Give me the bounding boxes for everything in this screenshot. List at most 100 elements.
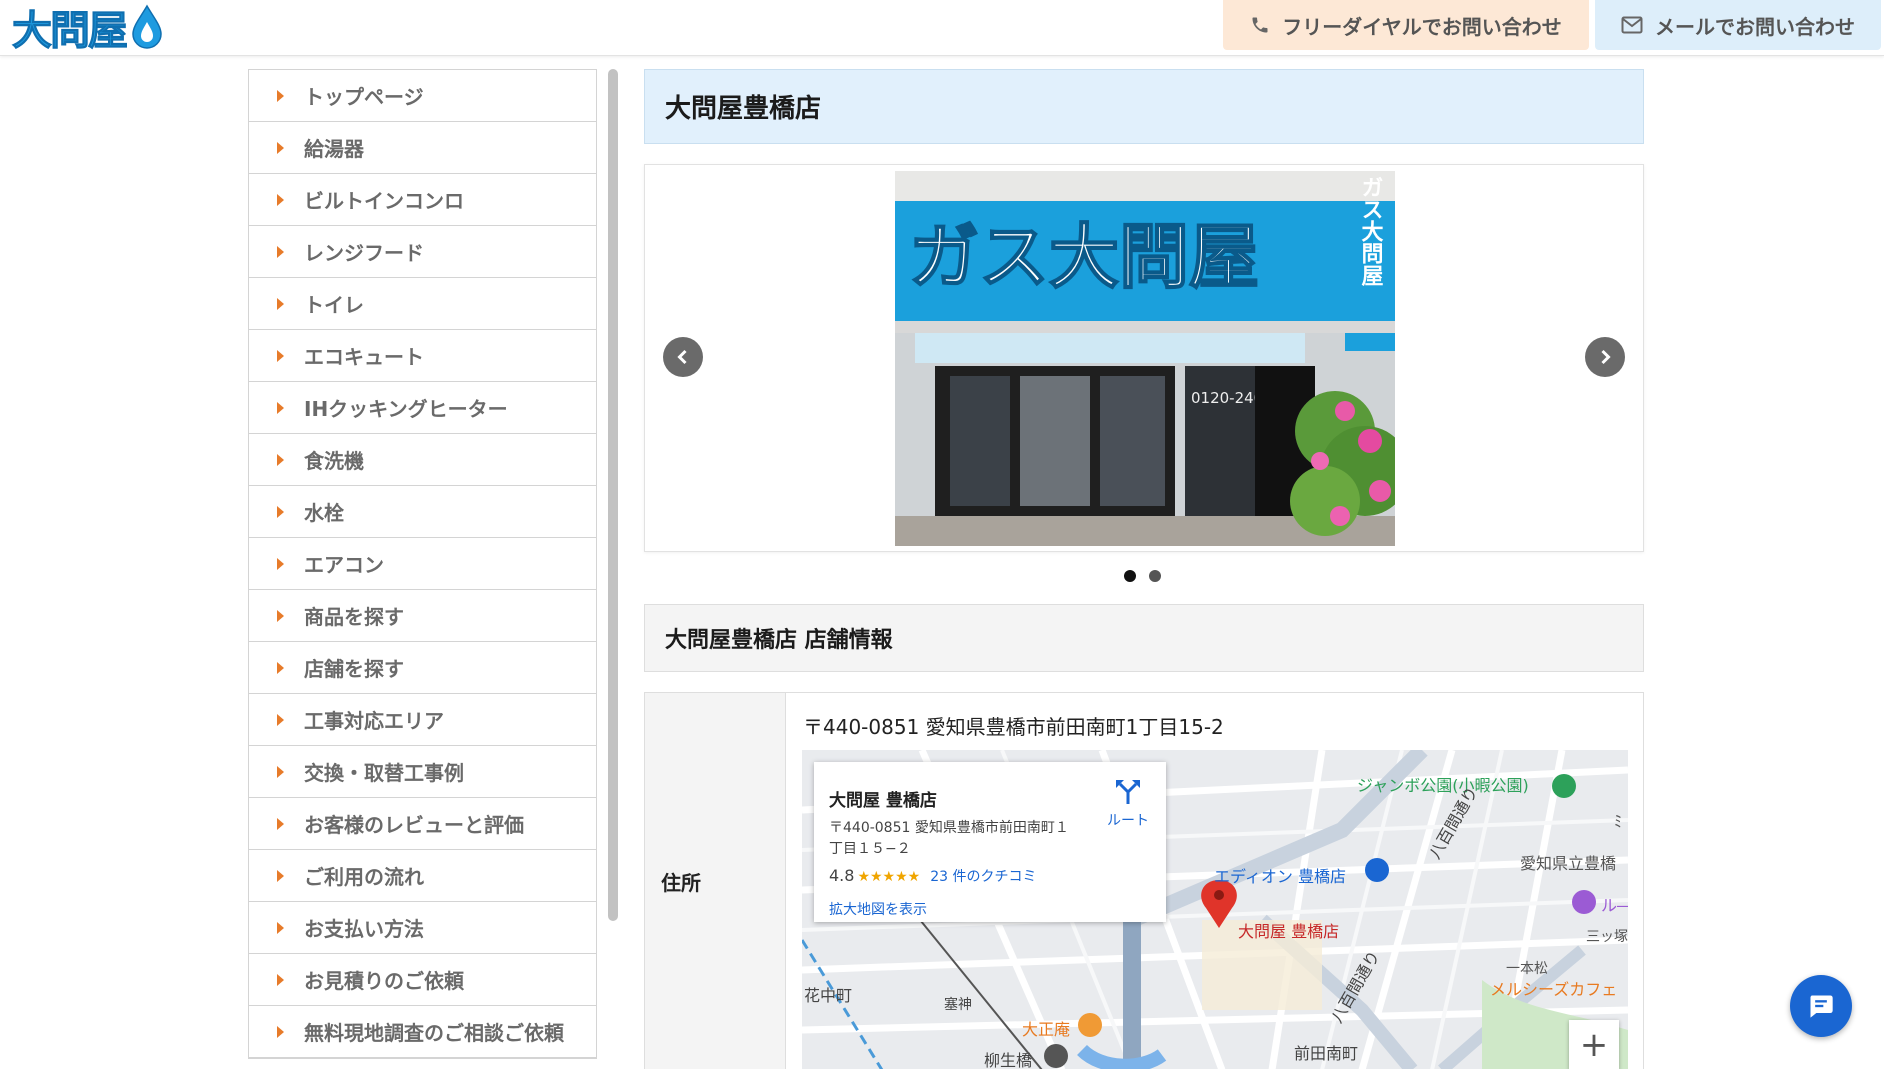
caret-right-icon — [277, 1025, 284, 1038]
map-label-park: ジャンボ公園(小暇公園) — [1357, 776, 1529, 795]
map-label-ru: ル― — [1601, 896, 1628, 915]
sidebar-item-label: 食洗機 — [304, 449, 364, 473]
sidebar-nav: トップページ給湯器ビルトインコンロレンジフードトイレエコキュート IHクッキングヒ… — [248, 69, 597, 1059]
map-label-ippon: 一本松 — [1506, 961, 1548, 977]
map-label-hi: ﾐ — [1614, 812, 1623, 831]
map-zoom-in-button[interactable]: + — [1569, 1020, 1619, 1069]
sidebar-item[interactable]: ビルトインコンロ — [249, 174, 596, 226]
carousel-dot-1[interactable] — [1124, 570, 1136, 582]
site-header: 大問屋 フリーダイヤルでお問い合わせ メールでお問い合わせ — [0, 0, 1884, 56]
sidebar-item[interactable]: 無料現地調査のご相談ご依頼 — [249, 1006, 596, 1058]
rating-stars: ★★★★★ — [857, 869, 921, 885]
site-logo[interactable]: 大問屋 — [12, 0, 164, 55]
map-label-saijin: 塞神 — [944, 997, 972, 1013]
caret-right-icon — [277, 713, 284, 726]
sidebar-item-label: お見積りのご依頼 — [304, 969, 464, 993]
caret-right-icon — [277, 297, 284, 310]
sidebar-item-label: トイレ — [304, 293, 364, 317]
store-info-heading: 大問屋豊橋店 店舗情報 — [644, 604, 1644, 672]
logo-text: 大問屋 — [12, 8, 129, 55]
place-rating: 4.8 ★★★★★ 23 件のクチコミ — [829, 866, 1036, 886]
directions-icon — [1116, 780, 1140, 804]
side-sign-text: ガス大問屋 — [1358, 176, 1384, 287]
carousel-prev-button[interactable] — [663, 337, 703, 377]
map-label-hanaka: 花中町 — [804, 986, 853, 1005]
sidebar-item[interactable]: エアコン — [249, 538, 596, 590]
sidebar-item[interactable]: 工事対応エリア — [249, 694, 596, 746]
map-place-card: 大問屋 豊橋店 〒440-0851 愛知県豊橋市前田南町１丁目１５−２ 4.8 ★… — [814, 762, 1166, 922]
sidebar-item-label: 給湯器 — [304, 137, 364, 161]
sidebar-item-label: お支払い方法 — [304, 917, 424, 941]
sign-text: ガス大問屋 — [909, 216, 1259, 298]
sidebar-item[interactable]: お客様のレビューと評価 — [249, 798, 596, 850]
water-drop-icon — [132, 4, 162, 49]
address-value: 〒440-0851 愛知県豊橋市前田南町1丁目15-2 — [803, 715, 1224, 739]
sidebar-item[interactable]: お支払い方法 — [249, 902, 596, 954]
sidebar-item[interactable]: レンジフード — [249, 226, 596, 278]
caret-right-icon — [277, 609, 284, 622]
caret-right-icon — [277, 141, 284, 154]
map-label-pin: 大問屋 豊橋店 — [1238, 922, 1340, 941]
google-map[interactable]: ジャンボ公園(小暇公園) エディオン 豊橋店 八百間通り 八百間通り 愛知県立豊… — [802, 750, 1628, 1069]
sidebar-item[interactable]: トップページ — [249, 70, 596, 122]
sidebar-item[interactable]: IHクッキングヒーター — [249, 382, 596, 434]
sidebar-item[interactable]: トイレ — [249, 278, 596, 330]
caret-right-icon — [277, 817, 284, 830]
sidebar-item[interactable]: 食洗機 — [249, 434, 596, 486]
place-address: 〒440-0851 愛知県豊橋市前田南町１丁目１５−２ — [829, 820, 1069, 857]
sidebar-item-label: エアコン — [304, 553, 384, 577]
sidebar-item[interactable]: 給湯器 — [249, 122, 596, 174]
sidebar-item[interactable]: 商品を探す — [249, 590, 596, 642]
map-label-library: 愛知県立豊橋 — [1520, 854, 1617, 873]
caret-right-icon — [277, 973, 284, 986]
store-front-image: ガス大問屋 ガス大問屋 0120-240-108 — [895, 171, 1395, 546]
caret-right-icon — [277, 661, 284, 674]
larger-map-link[interactable]: 拡大地図を表示 — [829, 899, 927, 919]
sidebar-item-label: 店舗を探す — [304, 657, 404, 681]
sidebar-item-label: 商品を探す — [304, 605, 404, 629]
sidebar-item-label: お客様のレビューと評価 — [304, 813, 524, 837]
sidebar-item[interactable]: ご利用の流れ — [249, 850, 596, 902]
carousel-next-button[interactable] — [1585, 337, 1625, 377]
sidebar-item-label: ビルトインコンロ — [304, 189, 464, 213]
reviews-link[interactable]: 23 件のクチコミ — [930, 869, 1036, 885]
freedial-contact-button[interactable]: フリーダイヤルでお問い合わせ — [1223, 0, 1589, 50]
sidebar-item[interactable]: 交換・取替工事例 — [249, 746, 596, 798]
caret-right-icon — [277, 921, 284, 934]
sidebar-item[interactable]: お見積りのご依頼 — [249, 954, 596, 1006]
carousel-dots — [1124, 570, 1161, 582]
sidebar-item[interactable]: 水栓 — [249, 486, 596, 538]
store-photo: ガス大問屋 ガス大問屋 0120-240-108 — [895, 171, 1395, 546]
phone-icon — [1252, 17, 1268, 33]
mail-contact-button[interactable]: メールでお問い合わせ — [1595, 0, 1881, 50]
sidebar-item[interactable]: エコキュート — [249, 330, 596, 382]
chat-button[interactable] — [1790, 975, 1852, 1037]
sidebar-item-label: 水栓 — [304, 501, 344, 525]
caret-right-icon — [277, 505, 284, 518]
caret-right-icon — [277, 453, 284, 466]
photo-carousel: ガス大問屋 ガス大問屋 0120-240-108 — [644, 164, 1644, 552]
map-label-cafe: メルシーズカフェ — [1490, 980, 1618, 999]
chevron-left-icon — [677, 349, 687, 365]
route-button[interactable]: ルート — [1098, 778, 1158, 830]
sidebar-item-label: IHクッキングヒーター — [304, 397, 508, 421]
mail-label: メールでお問い合わせ — [1655, 14, 1855, 39]
caret-right-icon — [277, 349, 284, 362]
map-label-maeda: 前田南町 — [1294, 1044, 1359, 1063]
store-info-table: 住所 〒440-0851 愛知県豊橋市前田南町1丁目15-2 ジャンボ公園(小暇… — [644, 692, 1644, 1069]
sidebar-item-label: 工事対応エリア — [304, 709, 444, 733]
scrollbar[interactable] — [608, 69, 618, 921]
map-label-edion: エディオン 豊橋店 — [1214, 867, 1346, 886]
chevron-right-icon — [1601, 349, 1611, 365]
rating-value: 4.8 — [829, 866, 855, 885]
map-label-taisho: 大正庵 — [1022, 1020, 1071, 1039]
chat-bubble-icon — [1810, 995, 1833, 1018]
carousel-dot-2[interactable] — [1149, 570, 1161, 582]
freedial-label: フリーダイヤルでお問い合わせ — [1282, 14, 1562, 39]
caret-right-icon — [277, 869, 284, 882]
address-label: 住所 — [645, 693, 786, 1069]
sidebar-item[interactable]: 店舗を探す — [249, 642, 596, 694]
page-title: 大問屋豊橋店 — [644, 69, 1644, 144]
sidebar-item-label: 交換・取替工事例 — [304, 761, 464, 785]
map-label-mitsu: 三ッ塚 — [1586, 929, 1628, 945]
